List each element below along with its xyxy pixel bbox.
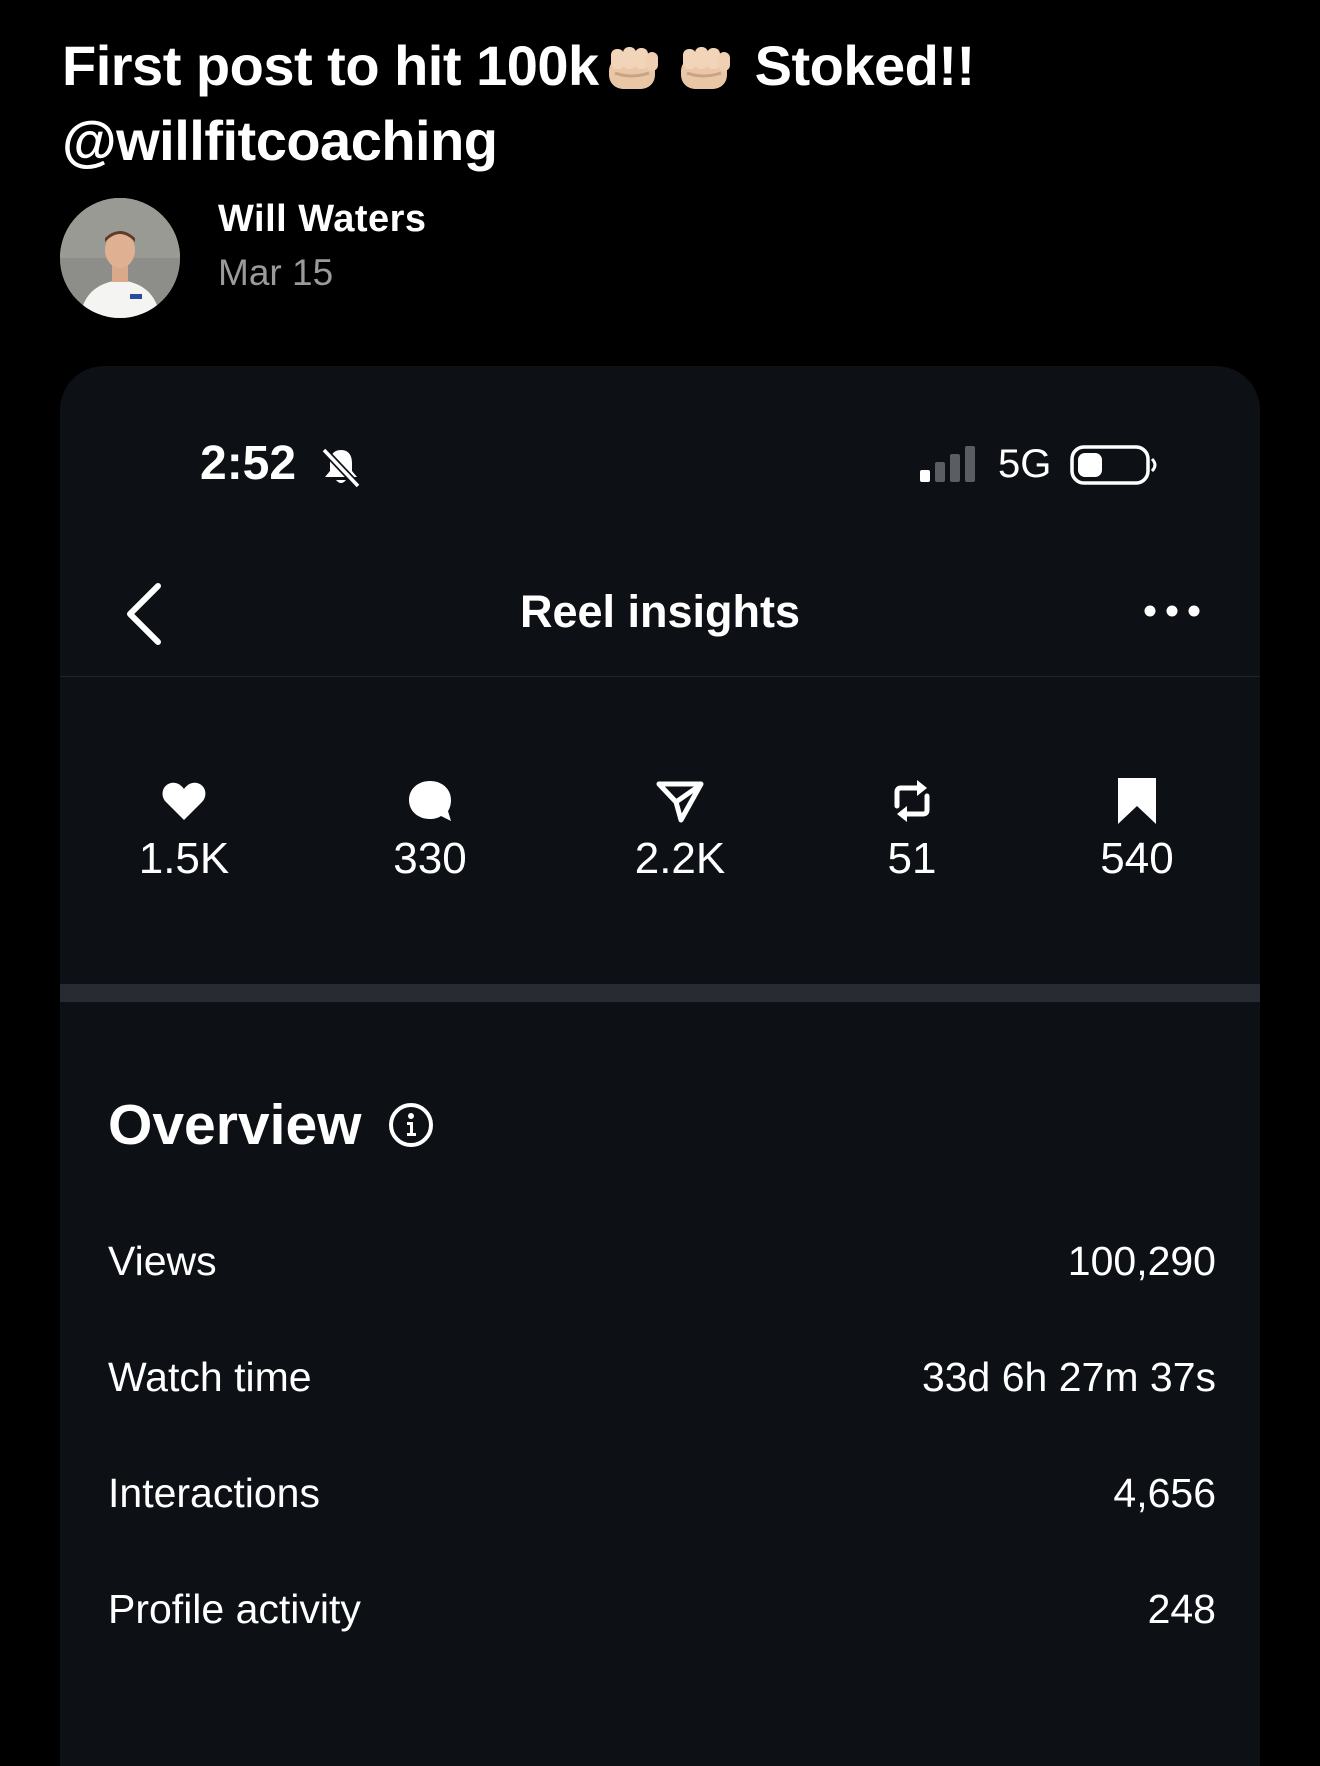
screenshot-card: 2:52 5G Reel insights 1.5K 330 2.2K 51 5… (60, 366, 1260, 1766)
row-label: Profile activity (108, 1586, 361, 1632)
bell-slash-icon (321, 447, 361, 489)
caption-line-1: First post to hit 100k Stoked!! (62, 28, 1262, 103)
caption-mention[interactable]: @willfitcoaching (62, 103, 1262, 178)
stat-value: 330 (393, 834, 467, 883)
comment-icon (409, 781, 451, 821)
row-label: Views (108, 1238, 217, 1284)
overview-header: Overview (108, 1092, 434, 1158)
stat-likes[interactable]: 1.5K (84, 776, 284, 884)
info-icon[interactable] (388, 1102, 434, 1148)
caption-text: Stoked!! (754, 34, 976, 97)
caption-text: First post to hit 100k (62, 34, 599, 97)
fist-icon (677, 36, 735, 89)
stat-shares[interactable]: 2.2K (580, 776, 780, 884)
battery-icon (1070, 445, 1157, 485)
nav-bar: Reel insights (60, 546, 1260, 677)
stat-value: 1.5K (138, 834, 230, 883)
overview-list: Views 100,290 Watch time 33d 6h 27m 37s … (108, 1238, 1216, 1702)
bookmark-icon (1118, 778, 1156, 824)
signal-icon (920, 446, 975, 482)
author-name[interactable]: Will Waters (218, 198, 427, 241)
fist-bump-emoji (605, 28, 749, 103)
heart-icon (162, 782, 206, 820)
avatar[interactable] (60, 198, 180, 318)
stat-value: 540 (1100, 834, 1174, 883)
row-value: 248 (1147, 1586, 1216, 1632)
stat-saves[interactable]: 540 (1037, 776, 1237, 884)
section-divider (60, 984, 1260, 1002)
overview-row-views: Views 100,290 (108, 1238, 1216, 1354)
overview-title: Overview (108, 1093, 362, 1157)
row-value: 4,656 (1113, 1470, 1216, 1516)
overview-row-profile-activity: Profile activity 248 (108, 1586, 1216, 1702)
repost-icon (894, 780, 930, 822)
post-date: Mar 15 (218, 252, 334, 293)
page-title: Reel insights (519, 586, 801, 637)
fist-icon (605, 36, 663, 89)
stat-value: 2.2K (634, 834, 726, 883)
stat-comments[interactable]: 330 (330, 776, 530, 884)
row-value: 33d 6h 27m 37s (921, 1354, 1216, 1400)
status-time: 2:52 (200, 437, 297, 490)
overview-row-watch-time: Watch time 33d 6h 27m 37s (108, 1354, 1216, 1470)
stat-value: 51 (887, 834, 937, 883)
stat-reposts[interactable]: 51 (812, 776, 1012, 884)
row-value: 100,290 (1067, 1238, 1216, 1284)
engagement-stats: 1.5K 330 2.2K 51 540 (60, 776, 1260, 886)
row-label: Watch time (108, 1354, 312, 1400)
ellipsis-icon[interactable] (1142, 601, 1202, 621)
send-icon (656, 781, 704, 823)
overview-row-interactions: Interactions 4,656 (108, 1470, 1216, 1586)
row-label: Interactions (108, 1470, 320, 1516)
network-label: 5G (998, 442, 1052, 486)
post-caption: First post to hit 100k Stoked!! @willfitc… (62, 28, 1262, 178)
